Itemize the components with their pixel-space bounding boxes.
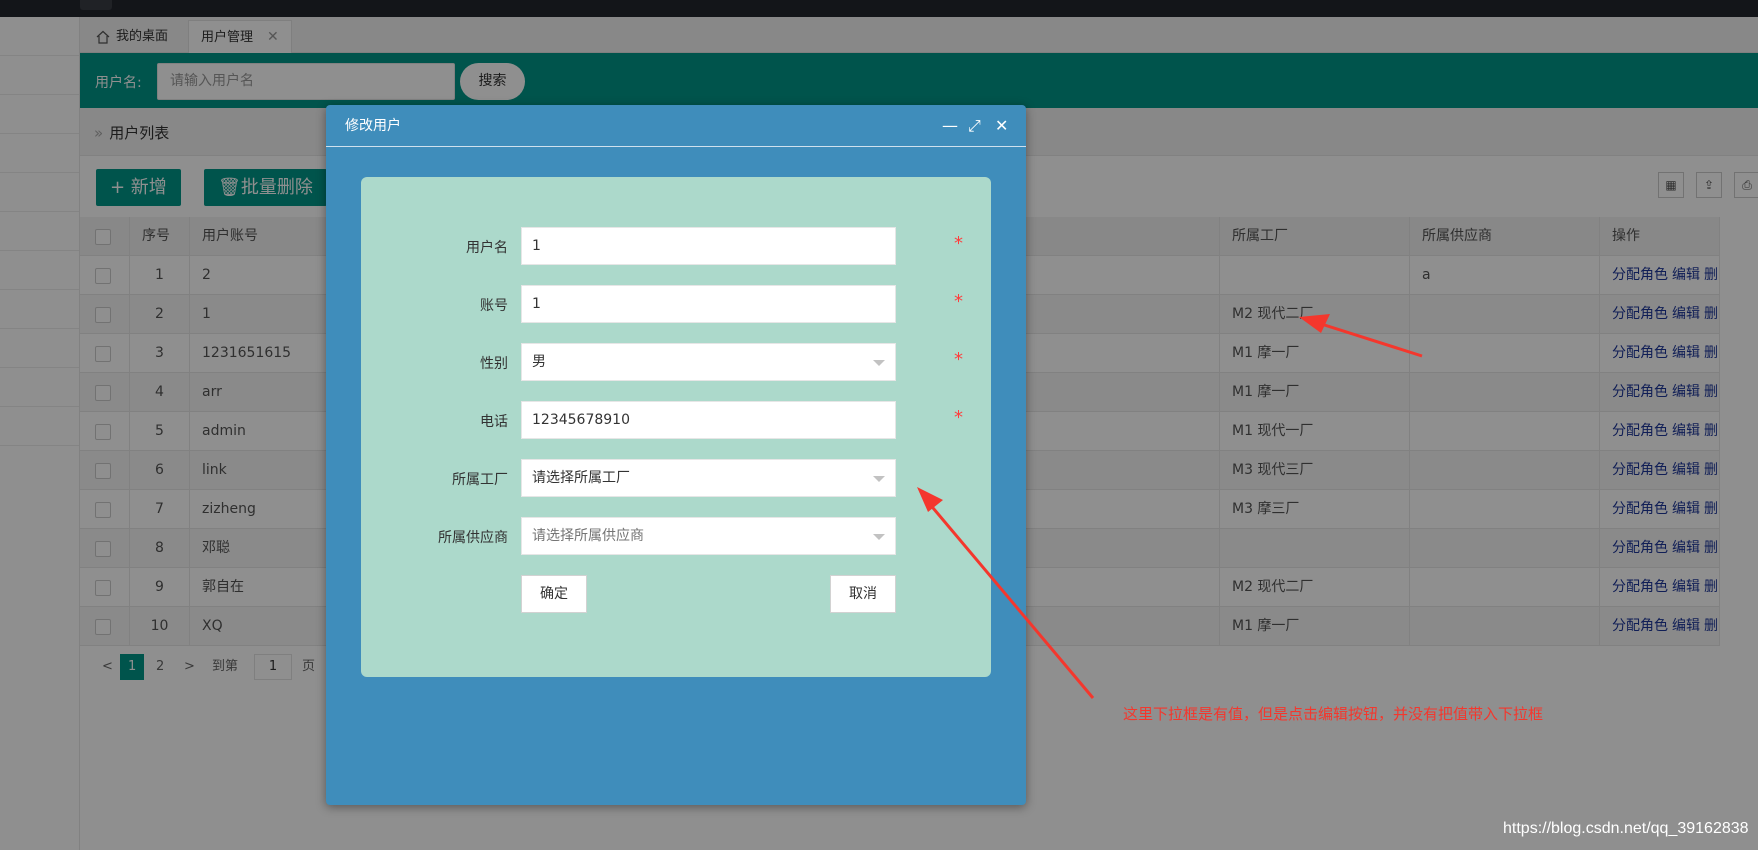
form-panel: 用户名 1 * 账号 1 * 性别 男 * 电话 12345678910 * 所… <box>361 177 991 677</box>
required-mark: * <box>954 291 963 312</box>
username-input[interactable]: 1 <box>521 227 896 265</box>
field-label: 用户名 <box>466 240 508 256</box>
form-actions: 确定 取消 <box>361 575 991 613</box>
close-icon[interactable]: ✕ <box>995 117 1008 135</box>
field-username: 用户名 1 * <box>361 227 991 265</box>
required-mark: * <box>954 349 963 370</box>
minimize-icon[interactable]: — <box>942 117 958 135</box>
field-account: 账号 1 * <box>361 285 991 323</box>
watermark: https://blog.csdn.net/qq_39162838 <box>1503 820 1749 837</box>
dialog-title: 修改用户 <box>326 105 1026 147</box>
required-mark: * <box>954 233 963 254</box>
annotation-text: 这里下拉框是有值，但是点击编辑按钮，并没有把值带入下拉框 <box>1123 705 1544 723</box>
maximize-icon[interactable]: ⤢ <box>968 117 981 135</box>
required-mark: * <box>954 407 963 428</box>
field-label: 电话 <box>480 414 508 430</box>
supplier-select[interactable]: 请选择所属供应商 <box>521 517 896 555</box>
field-label: 所属工厂 <box>452 472 508 488</box>
edit-user-dialog: 修改用户 — ⤢ ✕ 用户名 1 * 账号 1 * 性别 男 * 电话 1234… <box>326 105 1026 805</box>
phone-input[interactable]: 12345678910 <box>521 401 896 439</box>
field-gender: 性别 男 * <box>361 343 991 381</box>
gender-select[interactable]: 男 <box>521 343 896 381</box>
field-label: 账号 <box>480 298 508 314</box>
field-phone: 电话 12345678910 * <box>361 401 991 439</box>
field-supplier: 所属供应商 请选择所属供应商 <box>361 517 991 555</box>
cancel-button[interactable]: 取消 <box>830 575 896 613</box>
field-label: 性别 <box>480 356 508 372</box>
field-label: 所属供应商 <box>438 530 508 546</box>
field-factory: 所属工厂 请选择所属工厂 <box>361 459 991 497</box>
confirm-button[interactable]: 确定 <box>521 575 587 613</box>
factory-select[interactable]: 请选择所属工厂 <box>521 459 896 497</box>
account-input[interactable]: 1 <box>521 285 896 323</box>
